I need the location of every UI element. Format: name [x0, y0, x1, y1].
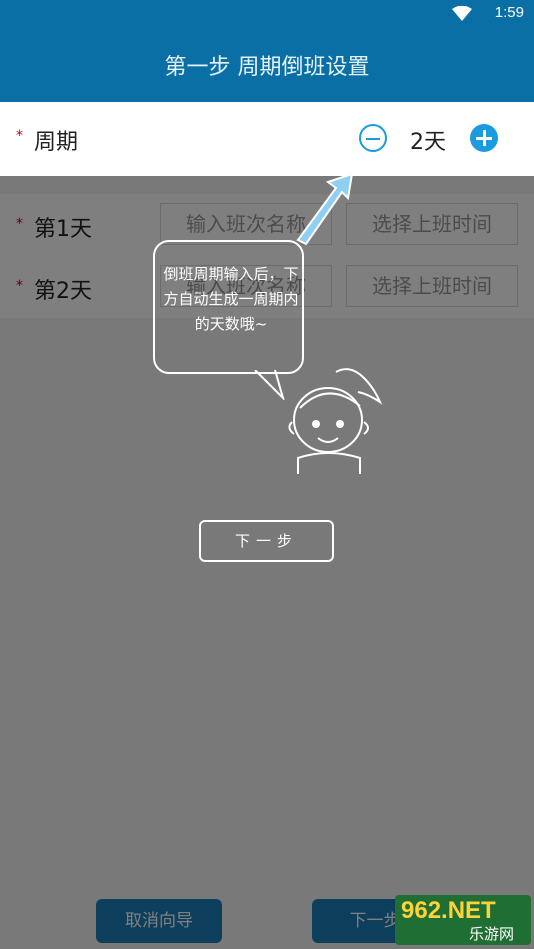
- period-row: * 周期 2天: [0, 102, 534, 176]
- tutorial-text: 倒班周期输入后，下方自动生成一周期内的天数哦~: [163, 265, 299, 333]
- decrement-button[interactable]: [359, 124, 387, 152]
- status-bar: 1:59: [0, 0, 534, 28]
- page-title: 第一步 周期倒班设置: [164, 55, 370, 80]
- status-time: 1:59: [494, 4, 524, 21]
- watermark-line1: 962.NET: [401, 897, 496, 924]
- increment-button[interactable]: [470, 124, 498, 152]
- bubble-tail: [254, 370, 285, 400]
- watermark-line2: 乐游网: [469, 925, 515, 943]
- girl-illustration-icon: [288, 368, 383, 474]
- title-bar: 第一步 周期倒班设置: [0, 28, 534, 102]
- arrow-icon: [296, 172, 354, 246]
- watermark-logo: 962.NET 乐游网: [395, 895, 531, 945]
- required-star: *: [16, 128, 23, 144]
- period-label: 周期: [34, 130, 79, 155]
- tutorial-next-button[interactable]: 下一步: [199, 520, 334, 562]
- period-value: 2天: [410, 130, 446, 155]
- wifi-icon: [452, 6, 472, 21]
